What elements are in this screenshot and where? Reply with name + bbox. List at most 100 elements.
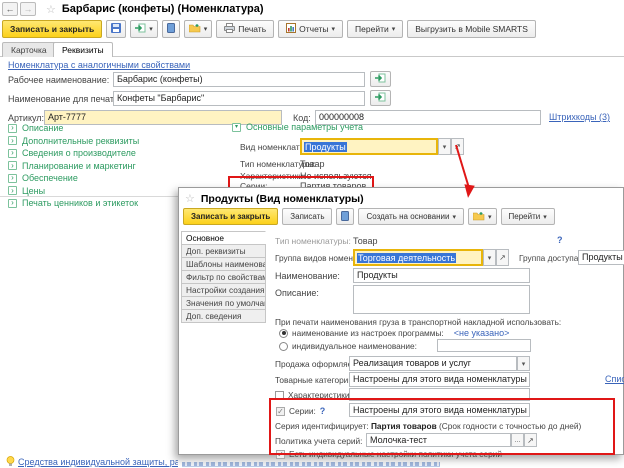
vid-nomenklatury-combo[interactable]: Продукты ▾ ↗ xyxy=(300,138,464,155)
dialog-tab-dop-rekvizity[interactable]: Доп. реквизиты xyxy=(181,244,266,258)
combo-dropdown-button[interactable]: ▾ xyxy=(483,249,496,266)
dialog-save-close-button[interactable]: Записать и закрыть xyxy=(183,208,278,225)
dlg-cargo-caption: При печати наименования груза в транспор… xyxy=(275,317,561,327)
individual-name-input[interactable] xyxy=(437,339,531,352)
vid-nomenklatury-value: Продукты xyxy=(304,142,347,152)
dialog-mark-button[interactable] xyxy=(336,208,354,225)
section-tseny[interactable]: ›Цены xyxy=(8,185,139,197)
dlg-access-input[interactable]: Продукты xyxy=(578,250,624,265)
save-close-button[interactable]: Записать и закрыть xyxy=(2,20,102,38)
mobile-smarts-button[interactable]: Выгрузить в Mobile SMARTS xyxy=(407,20,536,38)
dialog-tab-filtr[interactable]: Фильтр по свойствам xyxy=(181,270,266,284)
characteristics-input[interactable] xyxy=(349,388,530,401)
section-planirovanie[interactable]: ›Планирование и маркетинг xyxy=(8,160,139,172)
dlg-name-label: Наименование: xyxy=(275,271,340,281)
tab-rekvizity[interactable]: Реквизиты xyxy=(53,42,113,57)
series-identifies-bold: Партия товаров xyxy=(371,421,437,431)
policy-label: Политика учета серий: xyxy=(275,436,362,446)
dlg-desc-label: Описание: xyxy=(275,288,319,298)
open-link-button[interactable]: ↗ xyxy=(496,249,509,266)
attachments-dropdown-button[interactable]: ▾ xyxy=(184,20,213,38)
series-settings-input[interactable]: Настроены для этого вида номенклатуры xyxy=(349,403,530,417)
reports-dropdown-button[interactable]: Отчеты▾ xyxy=(278,20,343,38)
section-pechat-tsennikov[interactable]: ›Печать ценников и этикеток xyxy=(8,197,139,209)
tab-kartochka[interactable]: Карточка xyxy=(2,42,56,57)
characteristics-checkbox[interactable] xyxy=(275,391,284,400)
expand-icon: › xyxy=(8,124,17,133)
dialog-favorite-star-icon[interactable]: ☆ xyxy=(185,192,195,205)
print-button[interactable]: Печать xyxy=(216,20,274,38)
tip-nomenklatury-value: Товар xyxy=(300,159,325,169)
dialog-tab-nastroyki[interactable]: Настройки создания xyxy=(181,283,266,297)
section-opisanie[interactable]: ›Описание xyxy=(8,122,139,134)
printer-icon xyxy=(224,23,235,35)
policy-value: Молочка-тест xyxy=(366,433,511,447)
radio-individual-name[interactable] xyxy=(279,342,288,351)
tab-strip: Карточка Реквизиты xyxy=(0,41,624,57)
report-chart-icon xyxy=(286,23,296,35)
categories-list-link[interactable]: Список xyxy=(605,374,624,384)
dialog-tab-panel: Основное Доп. реквизиты Шаблоны наименов… xyxy=(181,232,268,323)
series-help-link[interactable]: ? xyxy=(320,406,326,416)
dialog-create-based-button[interactable]: Создать на основании▾ xyxy=(358,208,464,225)
individual-policy-checkbox[interactable]: ✓ xyxy=(276,450,285,459)
radio-individual-name-label: индивидуальное наименование: xyxy=(292,341,417,351)
series-checkbox[interactable]: ✓ xyxy=(276,407,285,416)
back-button[interactable]: ← xyxy=(2,2,18,16)
green-arrow-icon xyxy=(375,92,386,104)
dropdown-caret: ▾ xyxy=(204,25,208,33)
dialog-goto-dropdown-button[interactable]: Перейти▾ xyxy=(501,208,555,225)
dialog-attachments-dropdown-button[interactable]: ▾ xyxy=(468,208,497,225)
combo-dropdown-button[interactable]: ▾ xyxy=(517,356,530,371)
dialog-tab-shablony[interactable]: Шаблоны наименований xyxy=(181,257,266,271)
dialog-tab-znacheniya[interactable]: Значения по умолчанию xyxy=(181,296,266,310)
save-button[interactable] xyxy=(106,20,126,38)
favorite-star-icon[interactable]: ☆ xyxy=(46,3,56,16)
back-icon: ← xyxy=(6,4,15,14)
dlg-help-link[interactable]: ? xyxy=(557,235,563,245)
dlg-group-combo[interactable]: Торговая деятельность ▾ ↗ xyxy=(353,249,509,266)
green-arrow-icon xyxy=(375,73,386,85)
expand-icon: › xyxy=(8,186,17,195)
pick-working-name-button[interactable] xyxy=(370,71,391,87)
dialog-save-button[interactable]: Записать xyxy=(282,208,332,225)
forward-icon: → xyxy=(24,4,33,14)
expand-icon: › xyxy=(8,199,17,208)
dropdown-caret: ▾ xyxy=(488,213,492,221)
series-identifies-text: Серия идентифицирует: Партия товаров (Ср… xyxy=(275,421,581,431)
kharakteristiki-label: Характеристики: xyxy=(240,171,305,181)
individual-policy-checkbox-label: Есть индивидуальные настройки политики у… xyxy=(289,449,502,459)
dlg-desc-textarea[interactable] xyxy=(353,285,530,314)
nomenclature-kind-dialog: ☆ Продукты (Вид номенклатуры) Записать и… xyxy=(178,187,624,455)
footer-protection-link[interactable]: Средства индивидуальной защиты, расходны… xyxy=(18,457,178,467)
dlg-sale-value: Реализация товаров и услуг xyxy=(349,356,517,371)
pick-print-name-button[interactable] xyxy=(370,90,391,106)
goto-dropdown-button[interactable]: Перейти▾ xyxy=(347,20,403,38)
working-name-input[interactable]: Барбарис (конфеты) xyxy=(113,72,365,87)
policy-combo[interactable]: Молочка-тест ... ↗ xyxy=(366,433,537,447)
section-svedeniya-proizvoditel[interactable]: ›Сведения о производителе xyxy=(8,147,139,159)
dlg-name-input[interactable]: Продукты xyxy=(353,268,530,283)
dlg-group-value: Торговая деятельность xyxy=(357,253,456,263)
ellipsis-button[interactable]: ... xyxy=(511,433,524,447)
dialog-tab-dop-svedeniya[interactable]: Доп. сведения xyxy=(181,309,266,323)
mark-button[interactable] xyxy=(162,20,180,38)
dlg-categories-input[interactable]: Настроены для этого вида номенклатуры xyxy=(349,372,530,387)
not-specified-link[interactable]: <не указано> xyxy=(454,328,510,338)
bulb-icon xyxy=(6,456,15,468)
print-name-label: Наименование для печати: xyxy=(8,94,122,104)
copy-from-dropdown-button[interactable]: ▾ xyxy=(130,20,158,38)
dialog-tab-osnovnoe[interactable]: Основное xyxy=(181,231,266,245)
dlg-sale-combo[interactable]: Реализация товаров и услуг ▾ xyxy=(349,356,530,371)
forward-button[interactable]: → xyxy=(20,2,36,16)
similar-nomenclature-link[interactable]: Номенклатура с аналогичными свойствами xyxy=(8,60,190,70)
params-header[interactable]: ▾ Основные параметры учета xyxy=(232,121,363,133)
barcodes-link[interactable]: Штрихкоды (3) xyxy=(549,112,610,122)
green-arrow-icon xyxy=(135,23,146,35)
section-dop-rekvizity[interactable]: ›Дополнительные реквизиты xyxy=(8,135,139,147)
open-link-button[interactable]: ↗ xyxy=(524,433,537,447)
section-obespechenie[interactable]: ›Обеспечение xyxy=(8,172,139,184)
radio-program-settings[interactable] xyxy=(279,329,288,338)
print-name-input[interactable]: Конфеты "Барбарис" xyxy=(113,91,365,106)
dlg-access-label: Группа доступа: xyxy=(519,253,581,263)
